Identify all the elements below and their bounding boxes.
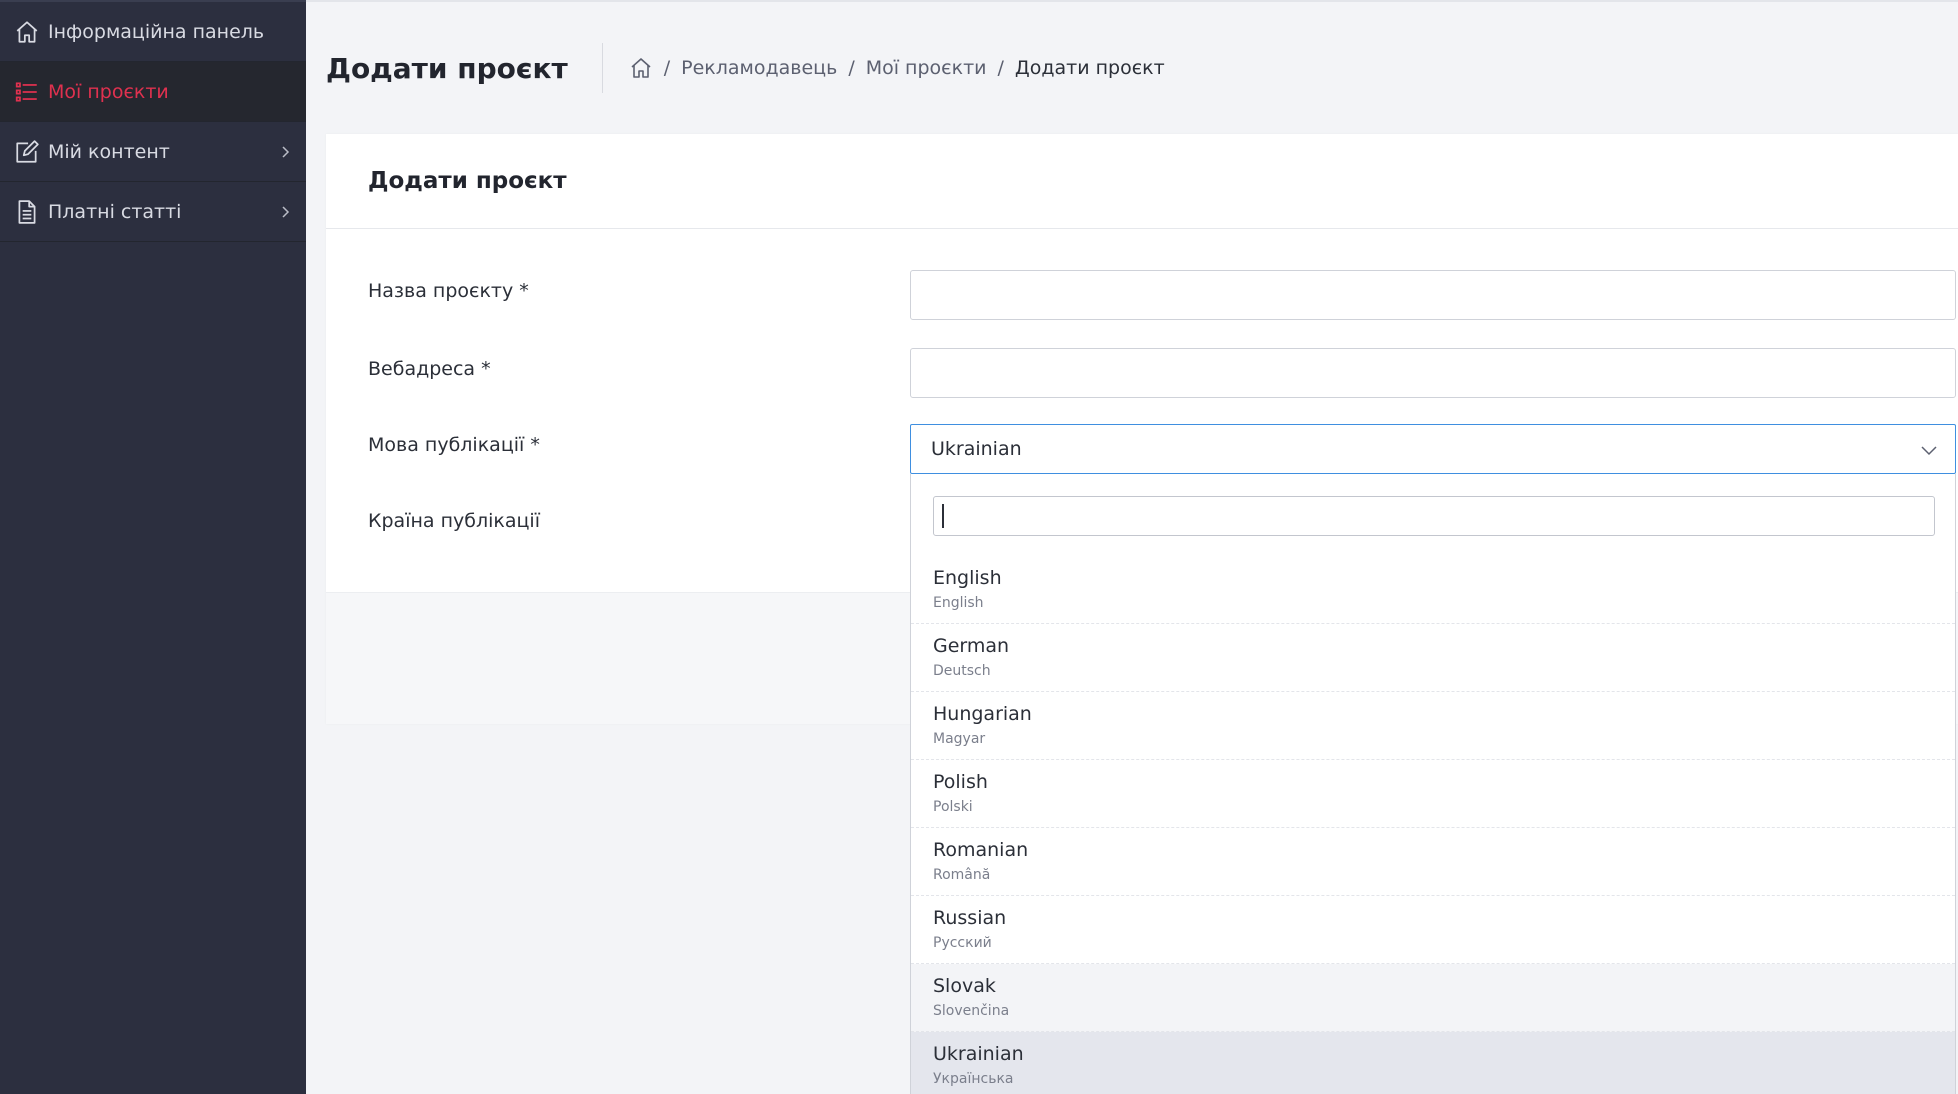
header-divider [601,43,603,93]
chevron-right-icon [278,205,292,219]
dropdown-options: English English German Deutsch Hungarian… [911,556,1955,1094]
list-icon [14,79,40,105]
option-native-name: Slovenčina [933,1003,1010,1019]
sidebar-item-label: Платні статті [48,200,182,223]
sidebar-item-my-projects[interactable]: Мої проєкти [0,62,306,122]
breadcrumb-separator: / [848,57,855,79]
web-address-input[interactable] [910,348,1956,398]
option-name: Slovak [933,975,996,997]
option-name: Polish [933,771,988,793]
option-name: Romanian [933,839,1029,861]
option-name: English [933,567,1002,589]
sidebar-item-label: Мої проєкти [48,80,169,103]
home-icon[interactable] [629,56,653,80]
option-name: Ukrainian [933,1043,1024,1065]
dropdown-search-input[interactable] [933,496,1935,536]
card-header: Додати проєкт [326,134,1958,229]
breadcrumb-my-projects[interactable]: Мої проєкти [866,57,987,79]
option-romanian[interactable]: Romanian Română [911,828,1955,896]
sidebar-item-label: Інформаційна панель [48,20,265,43]
option-english[interactable]: English English [911,556,1955,624]
project-name-input[interactable] [910,270,1956,320]
chevron-down-icon [1921,446,1937,456]
page-header: Додати проєкт / Рекламодавець / Мої проє… [326,40,1165,96]
option-polish[interactable]: Polish Polski [911,760,1955,828]
edit-icon [14,139,40,165]
breadcrumb-separator: / [663,57,671,79]
home-icon [14,19,40,45]
breadcrumb-separator: / [997,57,1004,79]
language-label: Мова публікації * [368,434,540,456]
option-native-name: Magyar [933,731,986,747]
breadcrumb: / Рекламодавець / Мої проєкти / Додати п… [629,56,1165,80]
web-address-label: Вебадреса * [368,358,491,380]
sidebar-item-dashboard[interactable]: Інформаційна панель [0,2,306,62]
option-name: Russian [933,907,1007,929]
option-ukrainian[interactable]: Ukrainian Українська [911,1032,1955,1094]
option-hungarian[interactable]: Hungarian Magyar [911,692,1955,760]
text-cursor [942,504,944,528]
page-title: Додати проєкт [326,51,568,85]
sidebar: Інформаційна панель Мої проєкти Мій конт… [0,0,306,1094]
language-select-value: Ukrainian [931,438,1022,460]
card-title: Додати проєкт [368,168,567,194]
option-native-name: English [933,595,984,611]
option-native-name: Română [933,867,991,883]
option-native-name: Polski [933,799,973,815]
country-label: Країна публікації [368,510,540,532]
language-dropdown: English English German Deutsch Hungarian… [910,474,1956,1094]
topbar-divider [306,0,1958,2]
sidebar-item-my-content[interactable]: Мій контент [0,122,306,182]
chevron-right-icon [278,145,292,159]
option-name: German [933,635,1010,657]
option-german[interactable]: German Deutsch [911,624,1955,692]
project-name-label: Назва проєкту * [368,280,529,302]
breadcrumb-current: Додати проєкт [1014,57,1165,79]
option-native-name: Русский [933,935,992,951]
breadcrumb-advertiser[interactable]: Рекламодавець [681,57,837,79]
option-slovak[interactable]: Slovak Slovenčina [911,964,1955,1032]
option-russian[interactable]: Russian Русский [911,896,1955,964]
sidebar-item-label: Мій контент [48,140,170,163]
option-name: Hungarian [933,703,1032,725]
document-icon [14,199,40,225]
option-native-name: Deutsch [933,663,991,679]
sidebar-item-paid-articles[interactable]: Платні статті [0,182,306,242]
option-native-name: Українська [933,1071,1014,1087]
language-select[interactable]: Ukrainian [910,424,1956,474]
